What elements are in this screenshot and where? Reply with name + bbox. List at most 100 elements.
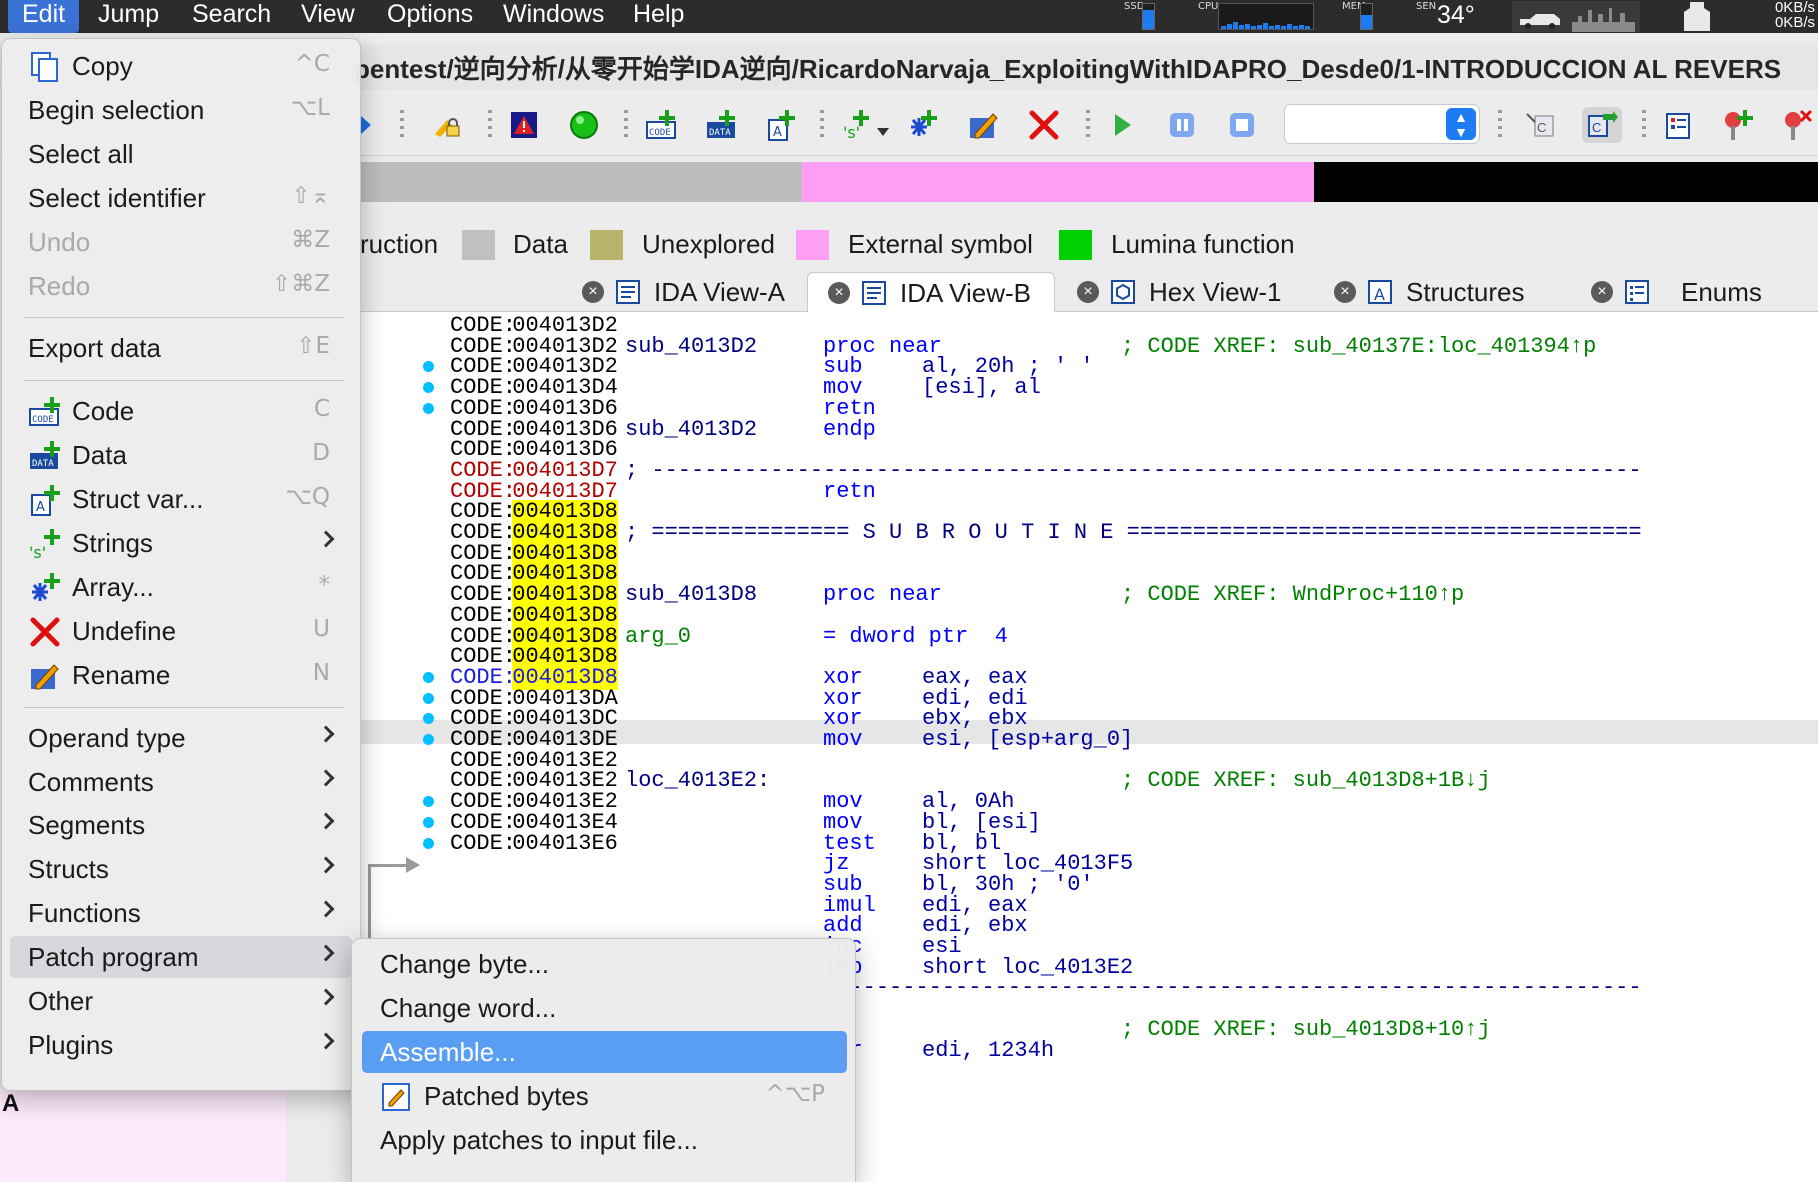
menu-item-plugins[interactable]: Plugins <box>10 1024 352 1066</box>
stop-icon[interactable] <box>1224 107 1260 143</box>
close-icon[interactable]: × <box>582 281 604 303</box>
breakpoint-dot[interactable] <box>423 734 434 745</box>
line-label[interactable]: sub_4013D2 <box>625 334 757 359</box>
play-icon[interactable] <box>1104 107 1140 143</box>
strings-icon[interactable]: 's' <box>836 107 892 143</box>
data-icon[interactable]: DATA <box>704 107 740 143</box>
legend-data-label: Data <box>513 229 568 259</box>
menu-item-segments[interactable]: Segments <box>10 804 352 846</box>
tab-ida-view-a[interactable]: × IDA View-A <box>570 272 815 312</box>
menu-item-functions[interactable]: Functions <box>10 892 352 934</box>
menu-edit[interactable]: Edit <box>8 0 80 33</box>
menu-item-shortcut: ^C <box>294 51 330 77</box>
jump-arrow-head <box>406 857 420 873</box>
svg-text:C: C <box>1592 120 1601 135</box>
tab-ida-view-b[interactable]: × IDA View-B <box>807 272 1055 312</box>
menu-item-structs[interactable]: Structs <box>10 848 352 890</box>
menu-item-export-data[interactable]: Export data ⇧E <box>10 327 352 369</box>
line-operands[interactable]: esi, [esp+arg_0] <box>922 728 1133 752</box>
delete-breakpoint-icon[interactable] <box>1780 107 1816 143</box>
menu-item-begin-selection[interactable]: Begin selection ⌥L <box>10 89 352 131</box>
tab-structures[interactable]: × A Structures <box>1322 272 1562 312</box>
undefine-icon[interactable] <box>1026 107 1062 143</box>
attach-icon[interactable]: C <box>1522 107 1558 143</box>
menu-item-select-all[interactable]: Select all <box>10 133 352 175</box>
menu-item-operand-type[interactable]: Operand type <box>10 717 352 759</box>
run-to-icon[interactable]: C <box>1582 107 1622 143</box>
tab-label: Hex View-1 <box>1149 277 1282 307</box>
chevron-right-icon <box>317 769 335 786</box>
menu-view[interactable]: View <box>287 0 369 33</box>
submenu-item-assemble[interactable]: Assemble... <box>362 1031 847 1073</box>
stepper-arrows-icon[interactable]: ▲ ▼ <box>1446 108 1476 140</box>
menu-item-struct-var[interactable]: A Struct var... ⌥Q <box>10 478 352 520</box>
functions-list-area[interactable] <box>0 1088 286 1182</box>
disk-meter <box>1142 3 1155 30</box>
submenu-item-label: Assemble... <box>380 1037 516 1067</box>
menu-item-shortcut: U <box>313 615 330 642</box>
breakpoint-dot[interactable] <box>423 671 434 683</box>
menu-help[interactable]: Help <box>619 0 698 33</box>
tab-enums[interactable]: × Enums <box>1579 272 1818 312</box>
menu-options[interactable]: Options <box>373 0 487 33</box>
chevron-right-icon <box>317 530 335 548</box>
menu-item-rename[interactable]: Rename N <box>10 654 352 696</box>
hammer-lock-icon[interactable] <box>428 107 464 143</box>
green-circle-icon[interactable] <box>566 107 602 143</box>
close-icon[interactable]: × <box>1334 281 1356 303</box>
chevron-right-icon <box>317 725 335 743</box>
line-label[interactable]: arg_0 <box>625 624 691 649</box>
menu-item-select-identifier[interactable]: Select identifier ⇧⌅ <box>10 177 352 219</box>
svg-text:A: A <box>1374 285 1385 304</box>
menu-item-shortcut: * <box>318 571 331 598</box>
line-address[interactable]: 004013E6 <box>512 831 618 856</box>
tab-hex-view-1[interactable]: × Hex View-1 <box>1065 272 1305 312</box>
struct-icon[interactable]: A <box>764 107 800 143</box>
pause-icon[interactable] <box>1164 107 1200 143</box>
line-operands[interactable]: [esi], al <box>922 376 1041 400</box>
menu-item-strings[interactable]: 's' Strings <box>10 522 352 564</box>
battery-icon[interactable] <box>1680 2 1714 31</box>
line-label[interactable]: sub_4013D8 <box>625 583 757 607</box>
menu-item-label: Strings <box>72 528 153 558</box>
menu-item-comments[interactable]: Comments <box>10 761 352 803</box>
close-icon[interactable]: × <box>828 282 850 304</box>
warning-icon[interactable] <box>506 107 542 143</box>
navigation-band[interactable] <box>360 162 1818 202</box>
breakpoint-list-icon[interactable] <box>1660 107 1696 143</box>
copy-icon <box>28 50 62 84</box>
breakpoint-dot[interactable] <box>423 692 434 704</box>
breakpoint-dot[interactable] <box>423 402 434 414</box>
navigate-icon[interactable] <box>356 107 392 143</box>
menu-jump[interactable]: Jump <box>84 0 173 33</box>
submenu-item-patched-bytes[interactable]: Patched bytes ^⌥P <box>362 1075 847 1117</box>
menu-item-patch-program[interactable]: Patch program <box>10 936 352 979</box>
debugger-select[interactable]: ▲ ▼ <box>1284 104 1480 144</box>
code-icon[interactable]: CODE <box>644 107 680 143</box>
menu-windows[interactable]: Windows <box>489 0 618 33</box>
line-operands[interactable]: edi, 1234h <box>922 1038 1054 1063</box>
breakpoint-dot[interactable] <box>423 816 434 828</box>
submenu-item-change-byte[interactable]: Change byte... <box>362 943 847 985</box>
submenu-item-apply-patches-to-input-file[interactable]: Apply patches to input file... <box>362 1119 847 1161</box>
menu-item-array[interactable]: Array... * <box>10 566 352 608</box>
menu-item-code[interactable]: CODE Code C <box>10 390 352 432</box>
add-breakpoint-icon[interactable] <box>1720 107 1756 143</box>
array-icon[interactable] <box>906 107 942 143</box>
breakpoint-dot[interactable] <box>423 837 434 849</box>
menu-search[interactable]: Search <box>178 0 285 33</box>
close-icon[interactable]: × <box>1077 281 1099 303</box>
menu-item-data[interactable]: DATA Data D <box>10 434 352 476</box>
toolbar-separator <box>820 110 824 140</box>
line-label[interactable]: sub_4013D2 <box>625 417 757 442</box>
chevron-right-icon <box>317 856 335 874</box>
tab-label: Enums <box>1681 277 1762 307</box>
menu-item-copy[interactable]: Copy ^C <box>10 45 352 87</box>
rename-icon[interactable] <box>966 107 1002 143</box>
line-comment: ; CODE XREF: sub_4013D8+1B↓j <box>1121 768 1491 794</box>
menu-item-other[interactable]: Other <box>10 980 352 1022</box>
close-icon[interactable]: × <box>1591 281 1613 303</box>
line-label[interactable]: loc_4013E2: <box>625 769 770 793</box>
menu-item-undefine[interactable]: Undefine U <box>10 610 352 652</box>
submenu-item-change-word[interactable]: Change word... <box>362 987 847 1029</box>
